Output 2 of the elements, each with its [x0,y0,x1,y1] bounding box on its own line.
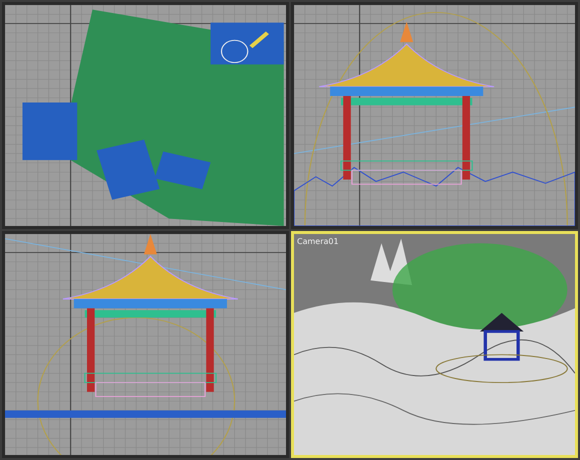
viewport[interactable]: Camera01 [291,231,578,458]
viewport-label[interactable]: Camera01 [297,237,339,246]
